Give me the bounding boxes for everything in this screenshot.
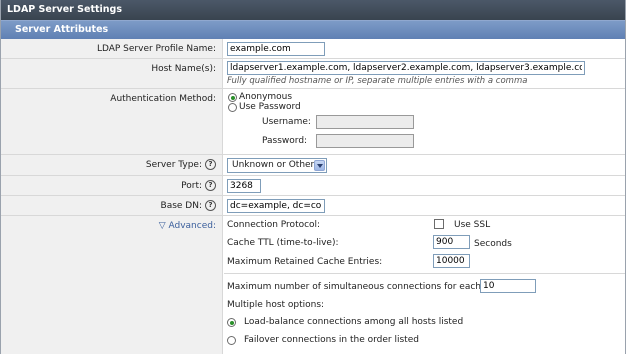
max-connections-label: Maximum number of simultaneous connectio… bbox=[227, 282, 507, 292]
username-input[interactable] bbox=[316, 115, 414, 129]
chevron-down-icon[interactable] bbox=[314, 160, 325, 171]
port-input[interactable] bbox=[227, 179, 261, 193]
max-cache-input[interactable] bbox=[433, 254, 470, 268]
row-profile-name: LDAP Server Profile Name: bbox=[1, 39, 625, 59]
multi-host-label: Multiple host options: bbox=[227, 300, 325, 310]
host-names-hint: Fully qualified hostname or IP, separate… bbox=[227, 76, 528, 86]
username-label: Username: bbox=[262, 117, 311, 127]
cache-ttl-label: Cache TTL (time-to-live): bbox=[227, 238, 339, 248]
load-balance-radio[interactable] bbox=[227, 318, 236, 327]
load-balance-label: Load-balance connections among all hosts… bbox=[244, 317, 464, 327]
password-input[interactable] bbox=[316, 134, 414, 148]
cache-ttl-input[interactable] bbox=[433, 235, 470, 249]
failover-label: Failover connections in the order listed bbox=[244, 335, 419, 345]
connection-protocol-label: Connection Protocol: bbox=[227, 220, 321, 230]
host-names-input[interactable] bbox=[227, 61, 585, 75]
advanced-divider bbox=[224, 273, 625, 274]
use-ssl-checkbox[interactable] bbox=[434, 219, 444, 229]
host-names-label: Host Name(s): bbox=[151, 64, 216, 74]
profile-name-input[interactable] bbox=[227, 42, 325, 56]
server-type-select[interactable]: Unknown or Other bbox=[227, 158, 327, 173]
auth-method-label: Authentication Method: bbox=[110, 94, 216, 104]
row-base-dn: Base DN:? bbox=[1, 196, 625, 216]
panel-title: LDAP Server Settings bbox=[1, 0, 625, 20]
section-title: Server Attributes bbox=[1, 20, 625, 39]
password-label: Password: bbox=[262, 136, 308, 146]
row-auth-method: Authentication Method: Anonymous Use Pas… bbox=[1, 89, 625, 155]
row-server-type: Server Type:? Unknown or Other bbox=[1, 155, 625, 176]
max-cache-label: Maximum Retained Cache Entries: bbox=[227, 257, 383, 267]
triangle-down-icon[interactable]: ▽ bbox=[159, 221, 166, 231]
server-type-selected: Unknown or Other bbox=[232, 160, 315, 170]
base-dn-input[interactable] bbox=[227, 199, 325, 213]
use-ssl-label: Use SSL bbox=[454, 220, 491, 230]
port-label: Port: bbox=[181, 181, 202, 191]
profile-name-label: LDAP Server Profile Name: bbox=[96, 44, 216, 54]
help-circle-icon[interactable]: ? bbox=[205, 180, 216, 191]
row-advanced: ▽ Advanced: Connection Protocol: Use SSL… bbox=[1, 216, 625, 354]
auth-password-radio[interactable] bbox=[228, 103, 237, 112]
ldap-settings-panel: LDAP Server Settings Server Attributes L… bbox=[0, 0, 626, 354]
row-port: Port:? bbox=[1, 176, 625, 196]
failover-radio[interactable] bbox=[227, 336, 236, 345]
auth-anonymous-radio[interactable] bbox=[228, 93, 237, 102]
base-dn-label: Base DN: bbox=[160, 201, 202, 211]
cache-ttl-unit: Seconds bbox=[474, 239, 512, 249]
auth-password-label: Use Password bbox=[239, 102, 301, 112]
help-circle-icon[interactable]: ? bbox=[205, 159, 216, 170]
help-circle-icon[interactable]: ? bbox=[205, 200, 216, 211]
server-type-label: Server Type: bbox=[145, 160, 202, 170]
row-host-names: Host Name(s): Fully qualified hostname o… bbox=[1, 59, 625, 89]
auth-anonymous-label: Anonymous bbox=[239, 92, 293, 102]
max-connections-input[interactable] bbox=[480, 279, 536, 293]
advanced-toggle[interactable]: Advanced: bbox=[169, 221, 217, 231]
